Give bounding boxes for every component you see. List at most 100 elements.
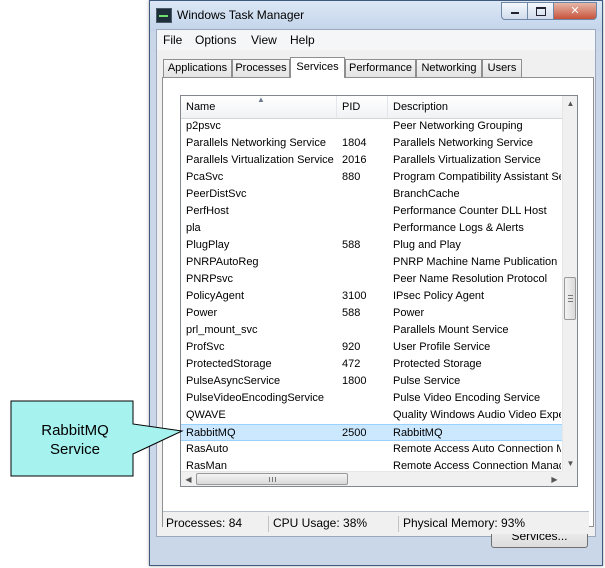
list-item[interactable]: pla Performance Logs & Alerts — [181, 220, 562, 237]
service-name-cell: PerfHost — [186, 205, 229, 217]
column-header-description[interactable]: Description — [388, 96, 562, 118]
service-pid-cell: 2016 — [342, 154, 367, 166]
horizontal-scroll-thumb[interactable] — [196, 473, 348, 485]
service-name-cell: PeerDistSvc — [186, 188, 247, 200]
list-item[interactable]: ProfSvc 920 User Profile Service — [181, 339, 562, 356]
list-item[interactable]: PNRPsvc Peer Name Resolution Protocol — [181, 271, 562, 288]
task-manager-window: Windows Task Manager ✕ File Options View… — [149, 0, 603, 566]
service-description-cell: Peer Networking Grouping — [393, 120, 523, 132]
service-name-cell: PNRPAutoReg — [186, 256, 259, 268]
menu-options[interactable]: Options — [195, 33, 236, 47]
task-manager-app-icon — [156, 8, 172, 23]
tab-processes[interactable]: Processes — [232, 59, 290, 77]
thumb-grip-line — [568, 295, 573, 296]
list-item[interactable]: Parallels Networking Service 1804 Parallel… — [181, 135, 562, 152]
tab-performance[interactable]: Performance — [345, 59, 416, 77]
tab-strip: Applications Processes Services Performa… — [163, 57, 595, 78]
list-rows: p2psvc Peer Networking Grouping Parallels … — [181, 118, 562, 470]
scroll-right-icon[interactable]: ▶ — [547, 472, 562, 486]
maximize-button[interactable] — [527, 2, 554, 20]
list-header: Name ▲ PID Description — [181, 96, 562, 119]
list-item[interactable]: QWAVE Quality Windows Audio Video Expe — [181, 407, 562, 424]
callout-line-2: Service — [49, 441, 101, 458]
service-description-cell: Performance Logs & Alerts — [393, 222, 524, 234]
status-physical-memory: Physical Memory: 93% — [403, 516, 526, 530]
service-pid-cell: 472 — [342, 358, 361, 370]
tab-networking[interactable]: Networking — [416, 59, 482, 77]
service-name-cell: Parallels Networking Service — [186, 137, 326, 149]
menu-view[interactable]: View — [251, 33, 277, 47]
column-header-pid[interactable]: PID — [337, 96, 388, 118]
list-item[interactable]: Parallels Virtualization Service 2016 Para… — [181, 152, 562, 169]
tab-users[interactable]: Users — [482, 59, 522, 77]
list-item[interactable]: PolicyAgent 3100 IPsec Policy Agent — [181, 288, 562, 305]
service-description-cell: Program Compatibility Assistant Se — [393, 171, 561, 183]
minimize-button[interactable] — [501, 2, 528, 20]
service-name-cell: PNRPsvc — [186, 273, 234, 285]
list-item[interactable]: PulseVideoEncodingService Pulse Video Enc… — [181, 390, 562, 407]
service-description-cell: Protected Storage — [393, 358, 482, 370]
service-description-cell: Remote Access Auto Connection M — [393, 443, 561, 455]
horizontal-scrollbar[interactable]: ◀ ▶ — [181, 471, 562, 486]
list-item[interactable]: PerfHost Performance Counter DLL Host — [181, 203, 562, 220]
tab-services[interactable]: Services — [290, 57, 345, 78]
services-list[interactable]: Name ▲ PID Description p2psvc Peer Networ… — [180, 95, 578, 487]
service-name-cell: PcaSvc — [186, 171, 224, 183]
tab-applications[interactable]: Applications — [163, 59, 232, 77]
thumb-grip-line — [272, 477, 273, 482]
close-button[interactable]: ✕ — [553, 2, 597, 20]
scroll-left-icon[interactable]: ◀ — [181, 472, 196, 486]
vertical-scroll-thumb[interactable] — [564, 277, 576, 320]
list-item[interactable]: PeerDistSvc BranchCache — [181, 186, 562, 203]
vertical-scrollbar[interactable]: ▲ ▼ — [562, 96, 577, 471]
callout-label: RabbitMQ Service — [17, 421, 133, 459]
service-name-cell: RasAuto — [186, 443, 229, 455]
scroll-up-icon[interactable]: ▲ — [563, 96, 577, 111]
service-name-cell: PlugPlay — [186, 239, 230, 251]
column-label-description: Description — [393, 101, 449, 113]
thumb-grip-line — [275, 477, 276, 482]
service-pid-cell: 1800 — [342, 375, 367, 387]
thumb-grip-line — [568, 298, 573, 299]
column-label-name: Name — [186, 101, 216, 113]
service-name-cell: QWAVE — [186, 409, 226, 421]
scroll-down-icon[interactable]: ▼ — [563, 456, 577, 471]
list-item[interactable]: PcaSvc 880 Program Compatibility Assistant… — [181, 169, 562, 186]
list-item[interactable]: ProtectedStorage 472 Protected Storage — [181, 356, 562, 373]
list-item[interactable]: Power 588 Power — [181, 305, 562, 322]
service-description-cell: Remote Access Connection Manag — [393, 460, 561, 470]
service-description-cell: Parallels Networking Service — [393, 137, 533, 149]
column-label-pid: PID — [342, 101, 361, 113]
service-description-cell: Power — [393, 307, 425, 319]
service-description-cell: Parallels Virtualization Service — [393, 154, 541, 166]
list-item[interactable]: PlugPlay 588 Plug and Play — [181, 237, 562, 254]
service-name-cell: PolicyAgent — [186, 290, 245, 302]
service-name-cell: Parallels Virtualization Service — [186, 154, 334, 166]
title-bar[interactable]: Windows Task Manager ✕ — [150, 1, 602, 31]
service-name-cell: p2psvc — [186, 120, 221, 132]
services-panel: Name ▲ PID Description p2psvc Peer Networ… — [162, 77, 594, 548]
service-description-cell: Quality Windows Audio Video Expe — [393, 409, 561, 421]
service-pid-cell: 588 — [342, 307, 361, 319]
column-header-name[interactable]: Name ▲ — [181, 96, 337, 118]
menu-file[interactable]: File — [163, 33, 182, 47]
list-item[interactable]: PulseAsyncService 1800 Pulse Service — [181, 373, 562, 390]
list-item[interactable]: RasMan Remote Access Connection Manag — [181, 458, 562, 470]
service-pid-cell: 2500 — [342, 427, 367, 439]
client-area: File Options View Help Applications Proc… — [156, 29, 596, 548]
list-item[interactable]: prl_mount_svc Parallels Mount Service — [181, 322, 562, 339]
service-description-cell: User Profile Service — [393, 341, 491, 353]
list-item-selected[interactable]: RabbitMQ 2500 RabbitMQ — [181, 424, 562, 441]
close-icon: ✕ — [570, 5, 580, 17]
status-bar: Processes: 84 CPU Usage: 38% Physical Me… — [163, 511, 589, 534]
list-item[interactable]: p2psvc Peer Networking Grouping — [181, 118, 562, 135]
service-pid-cell: 3100 — [342, 290, 367, 302]
menu-help[interactable]: Help — [290, 33, 315, 47]
list-item[interactable]: RasAuto Remote Access Auto Connection M — [181, 441, 562, 458]
service-name-cell: pla — [186, 222, 201, 234]
service-description-cell: Performance Counter DLL Host — [393, 205, 547, 217]
sort-ascending-icon: ▲ — [257, 95, 265, 104]
list-item[interactable]: PNRPAutoReg PNRP Machine Name Publication… — [181, 254, 562, 271]
scrollbar-corner — [562, 471, 577, 486]
service-description-cell: Pulse Video Encoding Service — [393, 392, 541, 404]
